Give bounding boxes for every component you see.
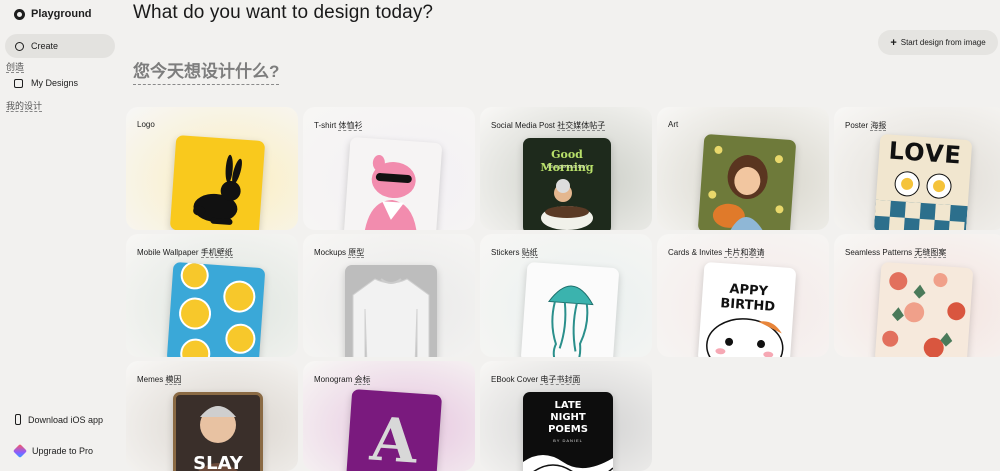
card-cards-invites[interactable]: Cards & Invites 卡片和邀请 APPY BIRTHD [657, 234, 829, 357]
monogram-letter: A [368, 404, 420, 471]
plus-icon: + [890, 36, 897, 49]
poster-thumbnail: LOVE [873, 133, 973, 230]
sidebar-item-my-designs[interactable]: My Designs [14, 78, 78, 88]
sidebar-item-label: My Designs [31, 78, 79, 88]
design-category-grid: Logo T-shirt 体恤衫 Social Media Post 社交媒体帖… [126, 107, 1000, 471]
card-logo[interactable]: Logo [126, 107, 298, 230]
palette-icon [15, 41, 24, 51]
sidebar-item-my-designs-translation: 我的设计 [6, 101, 43, 112]
card-label: EBook Cover 电子书封面 [491, 375, 581, 385]
wallpaper-thumbnail [166, 261, 266, 357]
card-ebook-cover[interactable]: EBook Cover 电子书封面 LATE NIGHT POEMS BY DA… [480, 361, 652, 471]
download-ios-app-link[interactable]: Download iOS app [15, 414, 103, 425]
lemon-slices-illustration [179, 261, 256, 357]
page-subtitle-translation: 您今天想设计什么? [133, 60, 280, 85]
card-label: Stickers 贴纸 [491, 248, 538, 258]
cat-illustration [706, 318, 784, 357]
card-mockups[interactable]: Mockups 原型 [303, 234, 475, 357]
start-design-from-image-button[interactable]: + Start design from image [878, 30, 998, 55]
upgrade-label: Upgrade to Pro [32, 446, 94, 456]
sidebar: Playground Create 创造 My Designs 我的设计 Dow… [0, 0, 122, 467]
card-label: Poster 海报 [845, 121, 887, 131]
card-monogram[interactable]: Monogram 会标 A [303, 361, 475, 471]
meme-text: SLAY [193, 453, 243, 471]
sidebar-item-create-translation: 创造 [6, 62, 25, 73]
upgrade-to-pro-link[interactable]: Upgrade to Pro [12, 443, 94, 459]
card-label: Cards & Invites 卡片和邀请 [668, 248, 765, 258]
swirl-illustration [523, 455, 613, 471]
jellyfish-illustration [547, 285, 594, 357]
ebook-cover-thumbnail: LATE NIGHT POEMS BY DANIEL [523, 392, 613, 471]
start-button-label: Start design from image [900, 38, 986, 47]
card-t-shirt[interactable]: T-shirt 体恤衫 [303, 107, 475, 230]
folder-icon [14, 78, 23, 88]
seamless-pattern-thumbnail [874, 261, 974, 357]
stickers-thumbnail [520, 261, 620, 357]
girl-with-fox-illustration [708, 145, 784, 230]
card-art[interactable]: Art [657, 107, 829, 230]
social-media-thumbnail: Good Morning It's a glorious day! [523, 138, 611, 230]
card-label: Art [668, 120, 679, 129]
logo-thumbnail [169, 135, 266, 230]
rabbit-icon [193, 154, 242, 225]
sweatshirt-illustration [352, 278, 430, 357]
monogram-thumbnail: A [345, 388, 443, 471]
sidebar-item-label: Create [31, 41, 59, 51]
card-label: Mobile Wallpaper 手机壁纸 [137, 248, 233, 258]
card-seamless-patterns[interactable]: Seamless Patterns 无缝图案 [834, 234, 1000, 357]
card-mobile-wallpaper[interactable]: Mobile Wallpaper 手机壁纸 [126, 234, 298, 357]
floral-pattern-illustration [882, 272, 966, 357]
mockups-thumbnail [345, 265, 437, 357]
sidebar-item-create[interactable]: Create [5, 34, 115, 58]
card-label: Social Media Post 社交媒体帖子 [491, 121, 606, 131]
pink-panther-illustration [363, 154, 418, 230]
card-label: Memes 模因 [137, 375, 182, 385]
app-name: Playground [31, 8, 92, 20]
art-thumbnail [697, 133, 797, 230]
card-label: Logo [137, 120, 155, 129]
card-social-media-post[interactable]: Social Media Post 社交媒体帖子 Good Morning It… [480, 107, 652, 230]
cards-invites-thumbnail: APPY BIRTHD [697, 261, 797, 357]
page-title: What do you want to design today? [133, 2, 434, 23]
daisy-flowers-illustration [873, 171, 968, 230]
card-poster[interactable]: Poster 海报 LOVE [834, 107, 1000, 230]
card-label: Mockups 原型 [314, 248, 365, 258]
card-memes[interactable]: Memes 模因 SLAY [126, 361, 298, 471]
download-ios-label: Download iOS app [28, 414, 104, 425]
app-brand[interactable]: Playground [14, 8, 92, 20]
pro-badge-icon [12, 443, 28, 459]
playground-logo-icon [14, 8, 25, 20]
card-label: Seamless Patterns 无缝图案 [845, 248, 947, 258]
t-shirt-thumbnail [343, 136, 443, 230]
card-label: T-shirt 体恤衫 [314, 121, 363, 131]
memes-thumbnail: SLAY [173, 392, 263, 471]
coffee-cup-illustration [541, 179, 593, 230]
card-stickers[interactable]: Stickers 贴纸 [480, 234, 652, 357]
phone-icon [15, 414, 21, 425]
card-label: Monogram 会标 [314, 375, 371, 385]
